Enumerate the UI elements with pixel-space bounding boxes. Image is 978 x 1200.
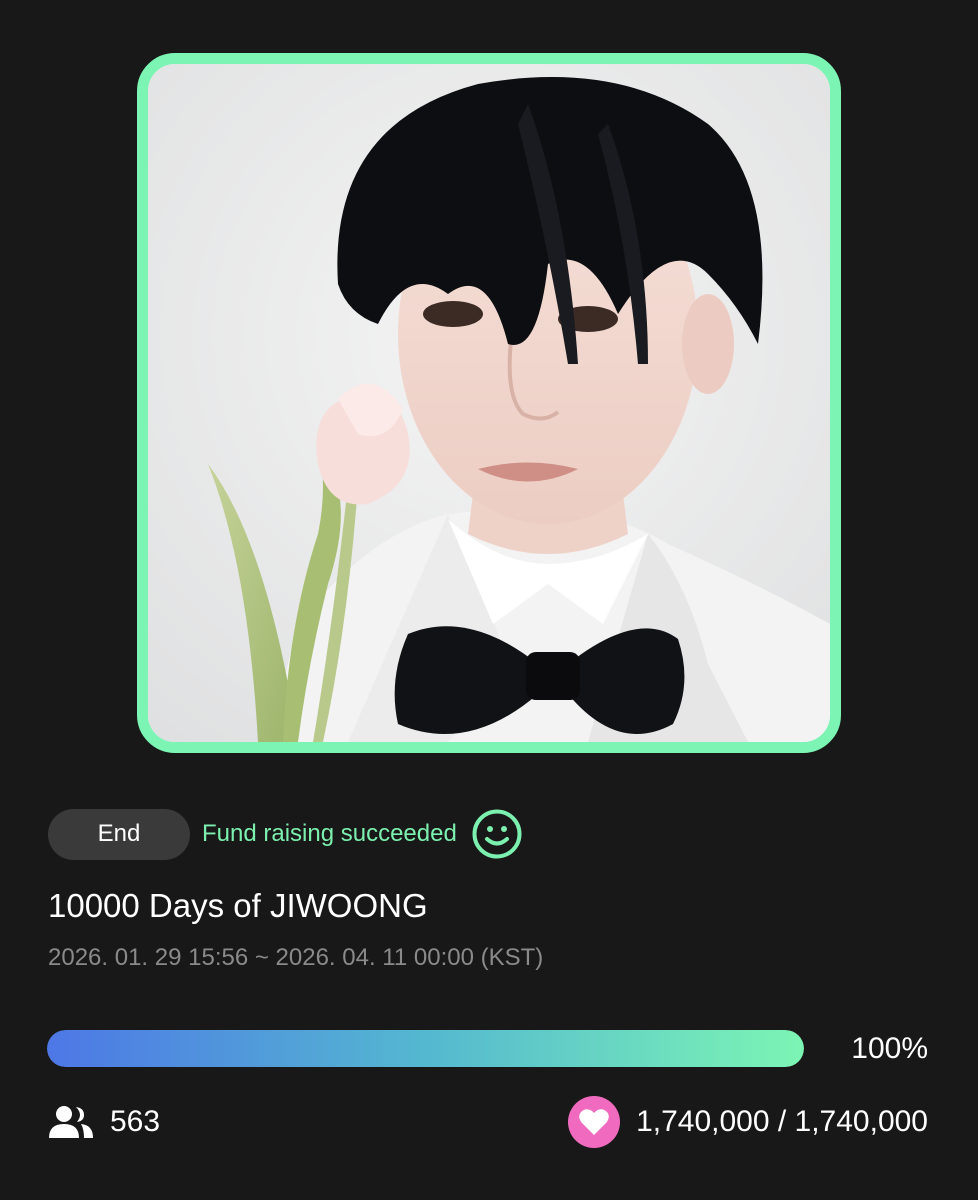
funding-period: 2026. 01. 29 15:56 ~ 2026. 04. 11 00:00 … (48, 944, 544, 971)
amount-text: 1,740,000 / 1,740,000 (636, 1105, 928, 1138)
progress-percent: 100% (851, 1032, 928, 1065)
status-message: Fund raising succeeded (202, 820, 457, 847)
poster-frame (137, 53, 841, 753)
status-row: End Fund raising succeeded (48, 808, 523, 860)
heart-icon (568, 1096, 621, 1148)
amount: 1,740,000 / 1,740,000 (568, 1096, 928, 1148)
progress-bar (47, 1030, 804, 1067)
funding-detail-page: End Fund raising succeeded 10000 Days of… (0, 0, 978, 1200)
smile-icon (472, 809, 522, 859)
supporters: 563 (48, 1100, 160, 1144)
funding-title: 10000 Days of JIWOONG (48, 887, 428, 924)
poster-image (148, 64, 830, 742)
progress-fill (47, 1030, 804, 1067)
status-badge: End (48, 808, 190, 860)
people-icon (49, 1106, 93, 1138)
supporters-count: 563 (110, 1105, 161, 1138)
